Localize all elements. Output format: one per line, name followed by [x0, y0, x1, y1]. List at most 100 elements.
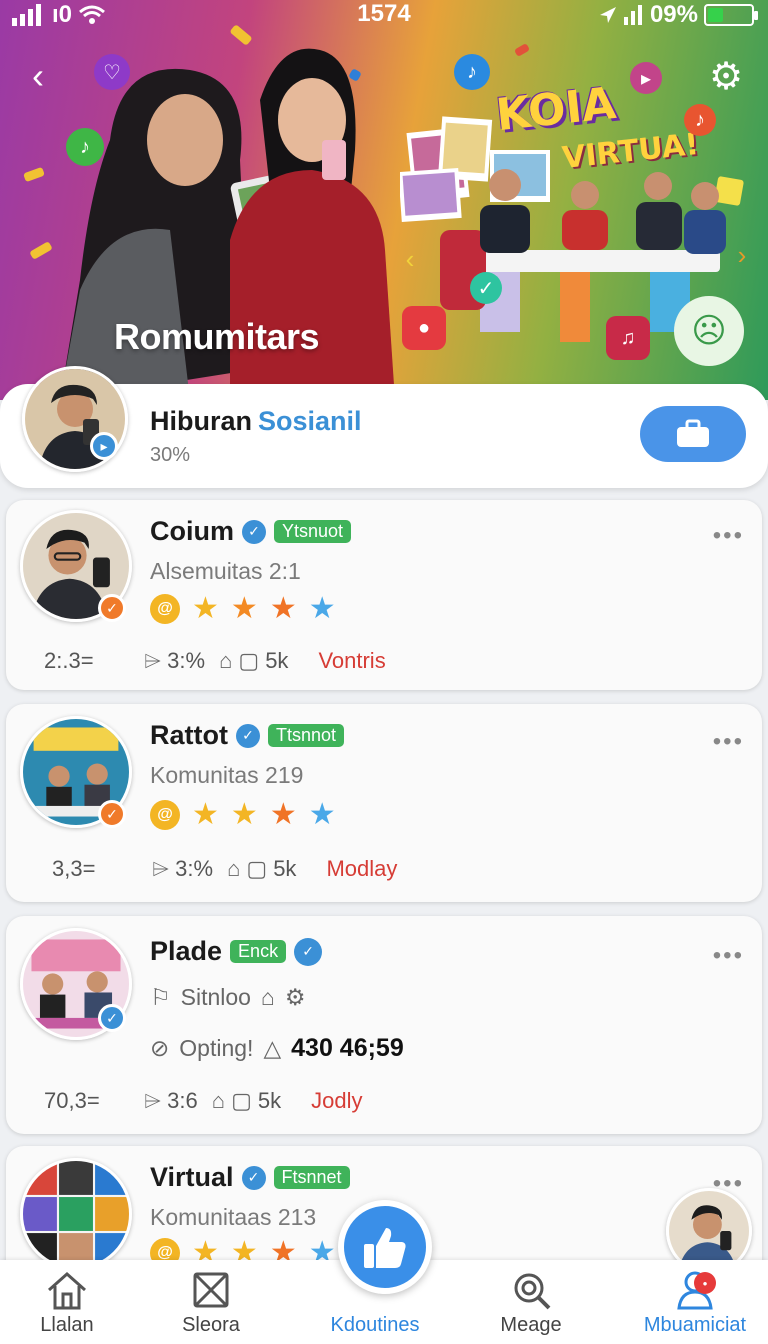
stat-value: 5k [273, 856, 297, 881]
community-extra-row: ⊘ Opting! △ 430 46;59 [150, 1034, 404, 1063]
star-icon: ★ [269, 592, 297, 625]
nav-label: Mbuamiciat [643, 1314, 747, 1336]
nav-label: Kdoutines [330, 1314, 420, 1336]
comment-icon[interactable]: ▢ [238, 648, 259, 674]
card-link[interactable]: Jodly [311, 1088, 362, 1114]
battery-percent: 09% [649, 1, 698, 28]
nav-label: Sleora [182, 1314, 240, 1336]
share-icon[interactable]: ⌲ [144, 648, 161, 674]
nav-item-home[interactable]: Llalan [0, 1268, 142, 1337]
music-note-icon: ♫ [606, 316, 650, 360]
stat-number: 70,3= [44, 1088, 100, 1113]
community-title: Virtual ✓ Ftsnnet [150, 1162, 350, 1193]
card-link[interactable]: Modlay [326, 856, 397, 882]
chat-bubble-icon: ♡ [94, 54, 130, 90]
music-note-icon: ♪ [66, 128, 104, 166]
star-icon: ★ [308, 592, 336, 625]
check-badge-icon: ✓ [98, 594, 126, 622]
check-icon: ✓ [470, 272, 502, 304]
home-icon [48, 1271, 86, 1310]
box-icon [193, 1272, 229, 1308]
community-subtitle: Komunitaas 213 [150, 1204, 317, 1230]
stats-row: 2:.3= ⌲ 3:% ⌂ ▢ 5k Vontris [44, 648, 386, 674]
stat-value: 5k [265, 648, 289, 673]
join-button[interactable] [640, 406, 746, 462]
star-icon: ★ [308, 798, 336, 831]
extra-label: Opting! [179, 1035, 254, 1061]
star-icon: ★ [192, 798, 219, 831]
community-avatar[interactable] [20, 1158, 132, 1270]
comment-icon[interactable]: ▢ [246, 856, 267, 882]
community-name: Coium [150, 516, 234, 546]
nav-label: Meage [500, 1314, 562, 1336]
chevron-right-icon[interactable]: › [730, 240, 754, 270]
notification-badge: • [694, 1272, 716, 1294]
verified-icon: ✓ [242, 519, 266, 544]
rating-row: @ ★ ★ ★ ★ [150, 594, 336, 624]
thumbs-up-button[interactable] [338, 1200, 432, 1294]
more-options-icon[interactable]: ••• [713, 942, 744, 970]
stat-number: 2:.3= [44, 648, 94, 673]
play-badge-icon: ▸ [90, 432, 118, 460]
avatar-image [669, 1191, 749, 1271]
briefcase-icon [677, 419, 709, 447]
star-icon: ★ [269, 798, 297, 831]
home-icon[interactable]: ⌂ [212, 1088, 225, 1114]
more-options-icon[interactable]: ••• [713, 728, 744, 756]
stat-value: 3:6 [167, 1088, 198, 1113]
more-options-icon[interactable]: ••• [713, 522, 744, 550]
gear-icon[interactable]: ⚙ [704, 54, 748, 98]
verified-icon: ✓ [294, 937, 323, 966]
nav-item-search[interactable]: Meage [456, 1268, 606, 1337]
card-link[interactable]: Vontris [318, 648, 385, 674]
star-icon: ★ [230, 798, 258, 831]
signal-small-icon [623, 5, 642, 25]
verified-icon: ✓ [241, 1165, 266, 1190]
music-note-icon: ♪ [454, 54, 490, 90]
community-subtitle: Sitnloo [180, 984, 251, 1010]
coin-icon: @ [150, 800, 180, 830]
comment-icon[interactable]: ▢ [231, 1088, 252, 1114]
check-badge-icon: ✓ [98, 1004, 126, 1032]
chevron-left-icon[interactable]: ‹ [398, 244, 422, 274]
profile-name: Hiburan Sosianil [150, 406, 362, 437]
nav-label: Llalan [40, 1314, 94, 1336]
coin-icon: @ [150, 594, 180, 624]
confetti [23, 166, 45, 183]
community-title: Plade Enck ✓ [150, 936, 323, 967]
location-icon [599, 7, 616, 23]
stat-value: 5k [257, 1088, 282, 1113]
home-icon[interactable]: ⌂ [227, 856, 240, 882]
community-tag: Enck [230, 940, 287, 963]
avatar-image [23, 1161, 129, 1267]
extra-value: 430 46;59 [291, 1034, 404, 1062]
share-icon[interactable]: ⌲ [144, 1088, 161, 1114]
profile-name-text: Hiburan [150, 406, 253, 436]
back-button[interactable]: ‹ [20, 55, 56, 96]
home-outline-icon: ⌂ [260, 984, 275, 1010]
community-tag: Ttsnnot [267, 724, 345, 747]
community-subtitle: Komunitas 219 [150, 762, 304, 788]
community-subtitle: Alsemuitas 2:1 [150, 558, 301, 584]
status-right: 09% [598, 1, 758, 29]
nav-item-box[interactable]: Sleora [136, 1268, 286, 1337]
stats-row: 70,3= ⌲ 3:6 ⌂ ▢ 5k Jodly [44, 1088, 362, 1114]
stats-row: 3,3= ⌲ 3:% ⌂ ▢ 5k Modlay [52, 856, 397, 882]
stat-number: 3,3= [52, 856, 96, 881]
profile-accent: Sosianil [258, 406, 362, 436]
star-icon: ★ [192, 592, 219, 625]
flag-icon: ⚐ [150, 984, 171, 1010]
home-icon[interactable]: ⌂ [219, 648, 232, 674]
community-name: Virtual [150, 1162, 234, 1192]
community-title: Rattot ✓ Ttsnnot [150, 720, 345, 751]
hero-title: Romumitars [114, 316, 320, 357]
share-icon[interactable]: ⌲ [152, 856, 169, 882]
play-icon: ▸ [630, 62, 662, 94]
confetti [513, 43, 531, 57]
sticker-icon: ● [402, 306, 446, 350]
community-tag: Ytsnuot [274, 520, 352, 543]
stat-value: 3:% [175, 856, 214, 881]
verified-icon: ✓ [235, 723, 260, 748]
search-icon [514, 1273, 551, 1310]
music-note-icon: ♪ [684, 104, 716, 136]
